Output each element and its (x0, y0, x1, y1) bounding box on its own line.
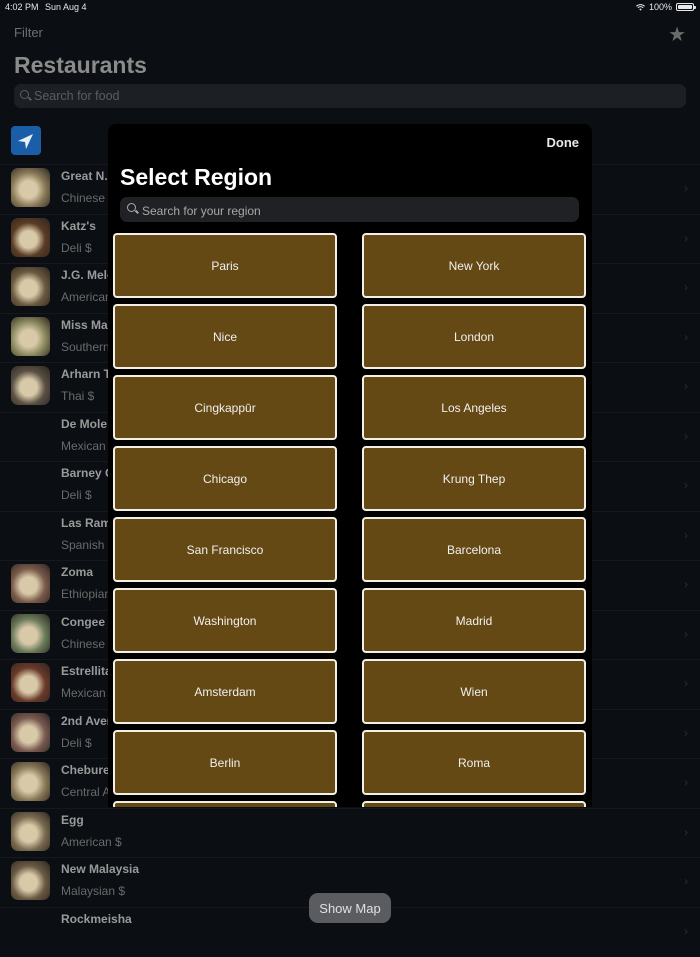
restaurant-detail: Deli $ (61, 240, 92, 255)
region-grid: Paris New York Nice London Cingkappūr Los Ang… (113, 233, 587, 807)
region-button[interactable]: London (362, 304, 586, 369)
restaurant-name: Las Ram (61, 515, 112, 530)
restaurant-thumbnail (11, 267, 50, 306)
restaurant-detail: Mexican (61, 686, 106, 700)
region-button[interactable]: Barcelona (362, 517, 586, 582)
region-button[interactable]: Washington (113, 588, 337, 653)
restaurant-thumbnail (11, 811, 50, 851)
food-search-bar[interactable]: Search for food (14, 84, 686, 108)
status-time: 4:02 PM (5, 2, 39, 12)
restaurant-name: Katz's (61, 218, 96, 233)
region-button[interactable]: New York (362, 233, 586, 298)
chevron-right-icon: › (684, 527, 688, 542)
restaurant-thumbnail (11, 168, 50, 207)
select-region-modal: Done Select Region Paris New York Nice Lond… (108, 124, 592, 807)
page-title: Restaurants (14, 52, 147, 78)
star-icon[interactable]: ★ (668, 22, 686, 47)
restaurant-detail: Ethiopian (61, 587, 112, 601)
chevron-right-icon: › (684, 478, 688, 492)
restaurant-thumbnail (11, 564, 50, 603)
show-map-button[interactable]: Show Map (309, 893, 391, 923)
restaurant-name: Arharn T (61, 367, 112, 381)
restaurant-name: Rockmeisha (61, 911, 132, 926)
restaurant-detail: Mexican (61, 438, 106, 453)
region-button[interactable]: Cingkappūr (113, 375, 337, 440)
restaurant-thumbnail (11, 316, 50, 356)
chevron-right-icon: › (684, 329, 688, 344)
restaurant-detail: Deli $ (61, 488, 92, 502)
restaurant-detail: Southern (61, 339, 110, 354)
restaurant-detail: American $ (61, 834, 122, 849)
chevron-right-icon: › (684, 577, 688, 591)
restaurant-name: De Mole (61, 416, 108, 431)
restaurant-name: Zoma (61, 565, 94, 579)
region-button[interactable]: Roma (362, 730, 586, 795)
done-button[interactable]: Done (547, 135, 580, 150)
restaurant-name: Egg (61, 812, 84, 827)
region-button[interactable] (362, 801, 586, 807)
chevron-right-icon: › (684, 280, 688, 294)
restaurant-name: 2nd Aven (61, 713, 115, 728)
restaurant-name: Barney G (61, 466, 115, 480)
restaurant-thumbnail (11, 762, 50, 801)
status-right: 100% (635, 2, 696, 12)
restaurant-detail: Deli $ (61, 735, 92, 750)
restaurant-thumbnail (11, 217, 50, 257)
restaurant-name: Chebure (61, 763, 110, 777)
status-date: Sun Aug 4 (45, 2, 87, 12)
chevron-right-icon: › (684, 725, 688, 740)
restaurant-thumbnail (11, 663, 50, 702)
status-bar: 4:02 PM Sun Aug 4 100% (0, 0, 700, 14)
region-button[interactable]: Wien (362, 659, 586, 724)
restaurant-detail: Spanish $ (61, 537, 115, 552)
region-button[interactable]: Paris (113, 233, 337, 298)
chevron-right-icon: › (684, 230, 688, 245)
region-button[interactable]: Los Angeles (362, 375, 586, 440)
battery-percent: 100% (648, 2, 672, 12)
filter-button[interactable]: Filter (14, 25, 43, 40)
search-icon (127, 203, 136, 212)
restaurant-detail: American (61, 290, 112, 304)
region-search-input[interactable] (140, 197, 574, 224)
wifi-icon (635, 3, 645, 11)
restaurant-thumbnail (11, 613, 50, 653)
restaurant-detail: Chinese (61, 636, 106, 651)
chevron-right-icon: › (684, 824, 688, 839)
region-button[interactable] (113, 801, 337, 807)
chevron-right-icon: › (684, 775, 688, 789)
chevron-right-icon: › (684, 428, 688, 443)
chevron-right-icon: › (684, 181, 688, 195)
region-button[interactable]: Madrid (362, 588, 586, 653)
chevron-right-icon: › (684, 874, 688, 888)
region-button[interactable]: Krung Thep (362, 446, 586, 511)
search-icon (20, 90, 29, 99)
region-button[interactable]: Chicago (113, 446, 337, 511)
battery-icon (676, 3, 696, 11)
restaurant-thumbnail (11, 366, 50, 405)
chevron-right-icon: › (684, 626, 688, 641)
region-button[interactable]: Amsterdam (113, 659, 337, 724)
chevron-right-icon: › (684, 923, 688, 938)
modal-title: Select Region (120, 164, 273, 190)
restaurant-name: Estrellita (61, 664, 112, 678)
restaurant-detail: Thai $ (61, 389, 95, 403)
location-arrow-icon[interactable] (11, 126, 41, 155)
restaurant-name: J.G. Melo (61, 268, 115, 282)
region-button[interactable]: Berlin (113, 730, 337, 795)
restaurant-thumbnail (11, 861, 50, 900)
restaurant-detail: Malaysian $ (61, 884, 126, 898)
chevron-right-icon: › (684, 676, 688, 690)
restaurant-thumbnail (11, 712, 50, 752)
restaurant-name: New Malaysia (61, 862, 140, 876)
region-search-bar (120, 197, 579, 224)
region-button[interactable]: San Francisco (113, 517, 337, 582)
chevron-right-icon: › (684, 379, 688, 393)
region-button[interactable]: Nice (113, 304, 337, 369)
restaurant-detail: Chinese (61, 191, 106, 205)
restaurant-detail: Central A (61, 785, 111, 799)
restaurant-row[interactable]: Egg American $ › (0, 807, 700, 858)
food-search-placeholder: Search for food (34, 89, 120, 103)
